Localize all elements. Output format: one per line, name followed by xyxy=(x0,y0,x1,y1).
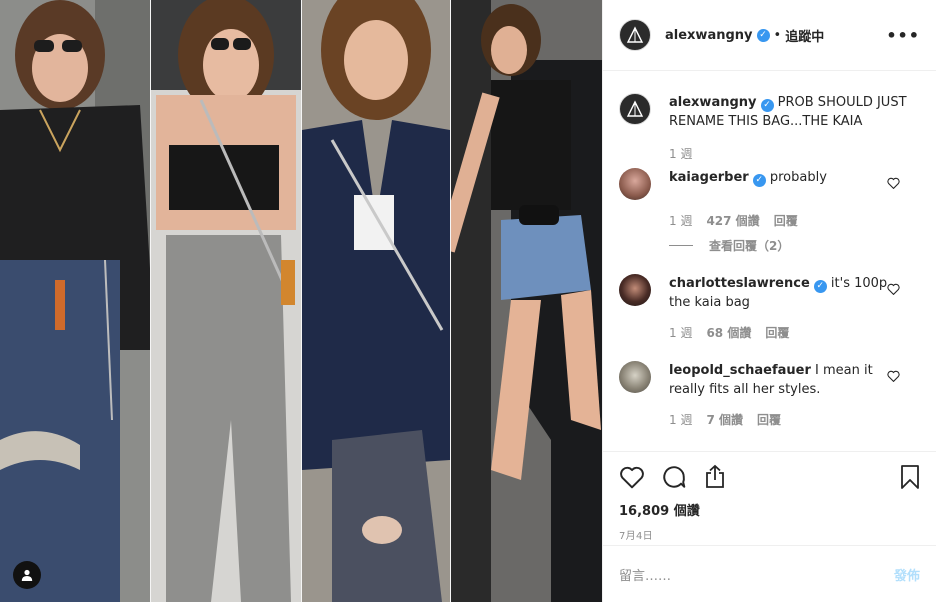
comment-button[interactable] xyxy=(661,464,687,490)
post-comment-button[interactable]: 發佈 xyxy=(894,565,920,584)
comment-likes[interactable]: 7 個讚 xyxy=(706,411,743,428)
brand-logo-icon xyxy=(626,26,644,43)
reply-button[interactable]: 回覆 xyxy=(757,411,781,428)
comment-text: probably xyxy=(769,170,827,185)
photo-divider xyxy=(301,0,302,602)
like-comment-button[interactable] xyxy=(887,174,900,193)
comment-username[interactable]: charlotteslawrence xyxy=(669,276,810,291)
photo-panel-2 xyxy=(151,0,301,602)
comment-icon xyxy=(663,466,686,488)
photo-panel-1 xyxy=(0,0,150,602)
comment-meta: 1 週 7 個讚 回覆 xyxy=(669,411,920,428)
list-item: charlotteslawrence ✓ it's 100p the kaia b… xyxy=(619,274,920,312)
view-replies-button[interactable]: 查看回覆（2） xyxy=(669,237,920,254)
comments-list: alexwangny ✓ PROB SHOULD JUST RENAME THIS… xyxy=(603,71,936,451)
reply-button[interactable]: 回覆 xyxy=(765,324,789,341)
post-view: alexwangny ✓ • 追蹤中 ••• alexwangny ✓ PROB … xyxy=(0,0,936,602)
caption-meta: 1 週 xyxy=(669,145,920,162)
comment-time[interactable]: 1 週 xyxy=(669,212,692,229)
post-actions: 16,809 個讚 7月4日 xyxy=(603,451,936,542)
like-comment-button[interactable] xyxy=(887,367,900,386)
comment-meta: 1 週 427 個讚 回覆 xyxy=(669,212,920,229)
verified-icon: ✓ xyxy=(756,28,770,42)
caption: alexwangny ✓ PROB SHOULD JUST RENAME THIS… xyxy=(619,93,920,131)
avatar[interactable] xyxy=(619,168,651,200)
avatar[interactable] xyxy=(619,274,651,306)
heart-icon xyxy=(620,466,644,489)
like-button[interactable] xyxy=(619,465,645,489)
avatar[interactable] xyxy=(619,361,651,393)
divider xyxy=(669,245,693,246)
share-icon xyxy=(706,464,724,488)
save-button[interactable] xyxy=(900,464,920,490)
brand-logo-icon xyxy=(626,100,644,117)
heart-icon xyxy=(887,370,900,383)
comment-time[interactable]: 1 週 xyxy=(669,324,692,341)
photo-panel-3 xyxy=(302,0,450,602)
caption-username[interactable]: alexwangny xyxy=(669,95,757,110)
bookmark-icon xyxy=(901,465,919,489)
comment-username[interactable]: leopold_schaefauer xyxy=(669,363,811,378)
comment-likes[interactable]: 68 個讚 xyxy=(706,324,751,341)
heart-icon xyxy=(887,177,900,190)
heart-icon xyxy=(887,283,900,296)
photo-divider xyxy=(450,0,451,602)
post-sidebar: alexwangny ✓ • 追蹤中 ••• alexwangny ✓ PROB … xyxy=(602,0,936,602)
like-comment-button[interactable] xyxy=(887,280,900,299)
avatar[interactable] xyxy=(619,19,651,51)
comment-input[interactable]: 留言…… xyxy=(619,565,894,584)
user-tag-icon xyxy=(21,569,33,581)
comment-time[interactable]: 1 週 xyxy=(669,411,692,428)
comment-meta: 1 週 68 個讚 回覆 xyxy=(669,324,920,341)
verified-icon: ✓ xyxy=(752,174,766,187)
avatar[interactable] xyxy=(619,93,651,125)
verified-icon: ✓ xyxy=(813,280,827,293)
comment-username[interactable]: kaiagerber xyxy=(669,170,749,185)
header-username[interactable]: alexwangny xyxy=(665,28,753,43)
list-item: kaiagerber ✓ probably xyxy=(619,168,920,200)
post-photo[interactable] xyxy=(0,0,602,602)
like-count[interactable]: 16,809 個讚 xyxy=(619,500,920,519)
photo-panel-4 xyxy=(451,0,602,602)
list-item: leopold_schaefauer I mean it really fits… xyxy=(619,361,920,399)
reply-button[interactable]: 回覆 xyxy=(774,212,798,229)
verified-icon: ✓ xyxy=(760,99,774,112)
post-header: alexwangny ✓ • 追蹤中 ••• xyxy=(603,0,936,71)
follow-status-button[interactable]: 追蹤中 xyxy=(785,26,824,45)
caption-time[interactable]: 1 週 xyxy=(669,145,692,162)
post-date[interactable]: 7月4日 xyxy=(619,527,920,542)
more-icon[interactable]: ••• xyxy=(886,26,920,45)
comment-likes[interactable]: 427 個讚 xyxy=(706,212,759,229)
share-button[interactable] xyxy=(703,464,727,490)
view-replies-label: 查看回覆（2） xyxy=(709,239,790,253)
header-separator: • xyxy=(773,27,782,43)
user-tag-button[interactable] xyxy=(13,561,41,589)
action-icons xyxy=(619,464,920,490)
photo-divider xyxy=(150,0,151,602)
add-comment-bar: 留言…… 發佈 xyxy=(603,545,936,602)
